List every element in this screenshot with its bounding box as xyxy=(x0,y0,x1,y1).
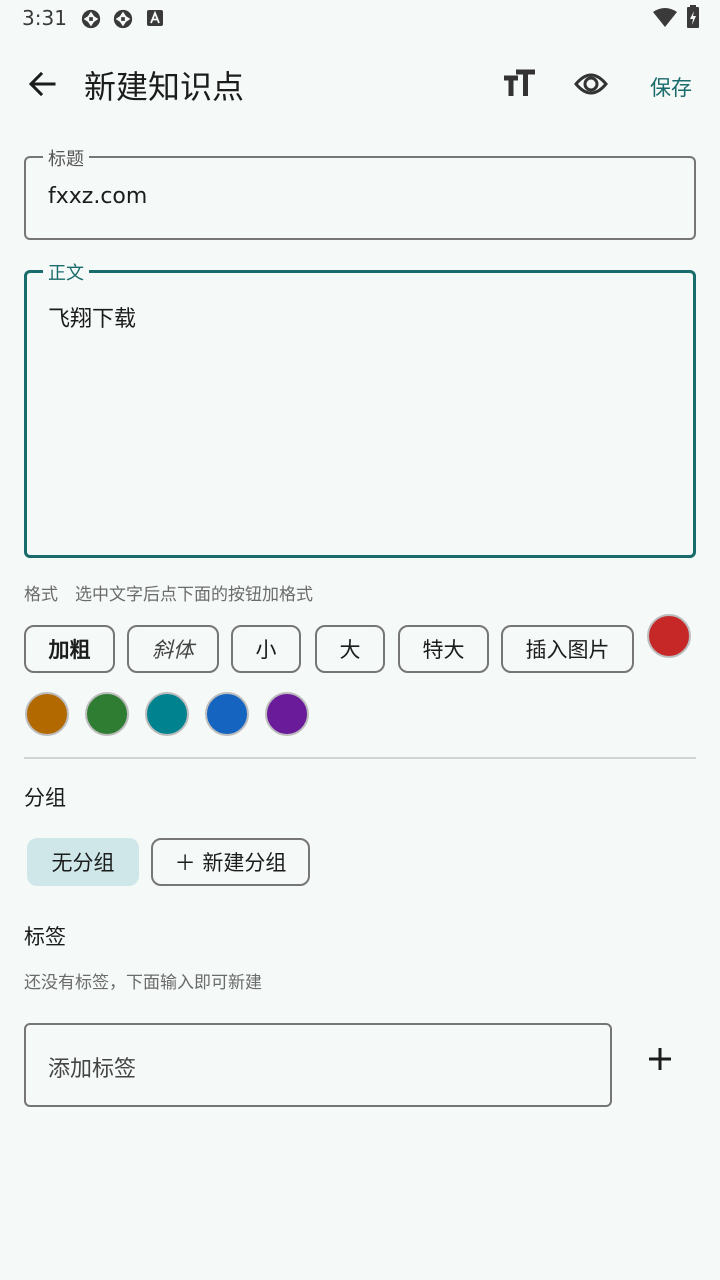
tag-input[interactable]: 添加标签 xyxy=(24,1023,612,1107)
tag-input-placeholder: 添加标签 xyxy=(48,1057,137,1082)
bold-button[interactable]: 加粗 xyxy=(24,625,115,673)
color-purple-swatch[interactable] xyxy=(265,692,309,736)
insert-image-button[interactable]: 插入图片 xyxy=(501,625,634,673)
body-field-label: 正文 xyxy=(43,259,89,285)
italic-button[interactable]: 斜体 xyxy=(127,625,219,673)
divider xyxy=(24,757,696,759)
text-size-icon[interactable] xyxy=(502,68,536,100)
color-red-swatch[interactable] xyxy=(647,614,691,658)
small-text-button[interactable]: 小 xyxy=(231,625,301,673)
back-arrow-icon[interactable] xyxy=(26,68,58,100)
wifi-icon xyxy=(653,8,677,27)
font-a-icon xyxy=(147,10,163,26)
color-green-swatch[interactable] xyxy=(85,692,129,736)
color-orange-swatch[interactable] xyxy=(25,692,69,736)
save-button[interactable]: 保存 xyxy=(650,72,692,102)
preview-eye-icon[interactable] xyxy=(574,70,608,98)
title-field[interactable]: fxxz.com xyxy=(24,156,696,240)
status-time: 3:31 xyxy=(22,6,67,30)
battery-icon xyxy=(687,5,699,28)
color-teal-swatch[interactable] xyxy=(145,692,189,736)
tags-hint: 还没有标签，下面输入即可新建 xyxy=(24,973,262,993)
add-tag-plus-icon[interactable] xyxy=(648,1047,672,1071)
page-title: 新建知识点 xyxy=(84,68,245,106)
title-field-label: 标题 xyxy=(43,145,89,171)
format-label: 格式 xyxy=(24,585,58,605)
aperture-icon xyxy=(113,9,133,29)
aperture-icon xyxy=(81,9,101,29)
tags-section-title: 标签 xyxy=(24,925,66,949)
group-section-title: 分组 xyxy=(24,786,66,810)
body-input-value[interactable]: 飞翔下载 xyxy=(48,301,136,333)
no-group-chip[interactable]: 无分组 xyxy=(27,838,139,886)
color-blue-swatch[interactable] xyxy=(205,692,249,736)
title-input-value[interactable]: fxxz.com xyxy=(48,184,147,209)
large-text-button[interactable]: 大 xyxy=(315,625,385,673)
body-field[interactable]: 飞翔下载 xyxy=(24,270,696,558)
extra-large-text-button[interactable]: 特大 xyxy=(398,625,489,673)
format-hint: 选中文字后点下面的按钮加格式 xyxy=(75,585,313,605)
new-group-chip[interactable]: ＋ 新建分组 xyxy=(151,838,310,886)
